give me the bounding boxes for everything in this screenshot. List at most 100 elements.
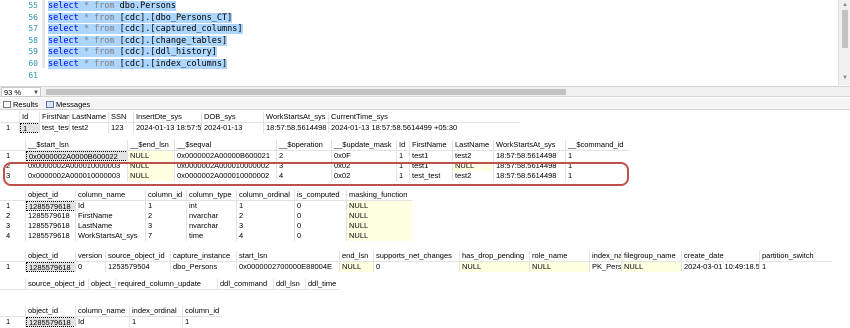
grid-cell[interactable]: 18:57:58.5614498 — [494, 151, 566, 161]
grid-cell[interactable]: 1 — [183, 317, 222, 327]
column-header[interactable]: __$end_lsn — [128, 140, 175, 150]
column-header[interactable]: version — [76, 251, 106, 261]
grid-cell[interactable]: test2 — [453, 151, 494, 161]
code-line[interactable]: select * from [cdc].[dbo_Persons_CT] — [48, 12, 233, 24]
scroll-up-icon[interactable]: ▲ — [842, 2, 848, 8]
column-header[interactable]: is_computed — [295, 190, 347, 200]
grid-cell[interactable]: LastName — [76, 221, 146, 231]
column-header[interactable]: create_date — [682, 251, 760, 261]
table-row[interactable]: 2 1285579618 FirstName 2 nvarchar 2 0 NULL — [0, 211, 412, 221]
column-header[interactable]: LastName — [453, 140, 494, 150]
zoom-dropdown[interactable]: 93 % ▼ — [1, 87, 41, 97]
column-header[interactable]: Id — [20, 112, 40, 122]
row-number[interactable]: 1 — [0, 262, 20, 272]
column-header[interactable]: has_drop_pending — [460, 251, 530, 261]
grid-cell[interactable]: 0x0000002A0000B600022 — [26, 151, 128, 161]
grid-cell[interactable]: 1 — [566, 151, 630, 161]
column-header[interactable]: column_ordinal — [237, 190, 295, 200]
grid-cell[interactable]: Id — [76, 201, 146, 211]
grid-cell[interactable]: nvarchar — [187, 211, 237, 221]
column-header[interactable]: index_ordinal — [130, 306, 183, 316]
column-header[interactable]: __$start_lsn — [26, 140, 128, 150]
table-row[interactable]: 11test_testtest21232024-01-13 18:57:58.5… — [0, 123, 520, 133]
column-header[interactable]: __$update_mask — [332, 140, 397, 150]
grid-cell[interactable]: NULL — [460, 262, 530, 272]
grid-cell[interactable]: 1285579618 — [26, 211, 76, 221]
table-row[interactable]: 1 1285579618 Id 1 1 — [0, 317, 222, 327]
grid-cell[interactable]: 0 — [374, 262, 460, 272]
code-line[interactable]: select * from [cdc].[ddl_history] — [48, 47, 217, 58]
grid-cell[interactable]: 1285579618 — [26, 231, 76, 241]
column-header[interactable]: FirstName — [40, 112, 70, 122]
column-header[interactable]: WorkStartsAt_sys — [264, 112, 329, 122]
grid-cell[interactable]: 1 — [237, 201, 295, 211]
column-header[interactable]: filegroup_name — [622, 251, 682, 261]
grid-cell[interactable]: int — [187, 201, 237, 211]
grid-cell[interactable]: 1285579618 — [26, 221, 76, 231]
grid-cell[interactable]: 0x0000002A00000B600021 — [175, 151, 277, 161]
grid-cell[interactable]: 1285579618 — [26, 262, 76, 272]
editor-vertical-scrollbar[interactable]: ▲ ▼ — [838, 0, 850, 85]
column-header[interactable]: ddl_lsn — [274, 279, 306, 289]
code-line[interactable]: select * from [cdc].[captured_columns] — [48, 24, 243, 35]
column-header[interactable]: required_column_update — [116, 279, 218, 289]
column-header[interactable]: end_lsn — [340, 251, 374, 261]
grid-cell[interactable]: 4 — [237, 231, 295, 241]
grid-cell[interactable]: NULL — [347, 201, 412, 211]
grid-cell[interactable]: 1285579618 — [26, 201, 76, 211]
grid-cell[interactable]: test_test — [40, 123, 70, 133]
code-line[interactable]: select * from [cdc].[index_columns] — [48, 59, 228, 70]
grid-cell[interactable]: time — [187, 231, 237, 241]
grid-cell[interactable]: 2 — [237, 211, 295, 221]
row-number[interactable]: 4 — [0, 231, 20, 241]
column-header[interactable]: column_type — [187, 190, 237, 200]
table-row[interactable]: 4 1285579618 WorkStartsAt_sys 7 time 4 0 NULL — [0, 231, 412, 241]
column-header[interactable]: column_name — [76, 190, 146, 200]
scroll-down-icon[interactable]: ▼ — [842, 75, 848, 81]
row-number[interactable]: 1 — [0, 123, 20, 133]
grid-cell[interactable]: PK_Persons — [590, 262, 622, 272]
grid-cell[interactable]: 7 — [146, 231, 187, 241]
table-row[interactable]: 1 1285579618 Id 1 int 1 0 NULL — [0, 201, 412, 211]
column-header[interactable]: WorkStartsAt_sys — [494, 140, 566, 150]
grid-cell[interactable]: test1 — [410, 151, 453, 161]
grid-cell[interactable]: dbo_Persons — [171, 262, 237, 272]
row-number[interactable]: 2 — [0, 211, 20, 221]
grid-cell[interactable]: 2024-01-13 — [202, 123, 264, 133]
grid-cell[interactable]: FirstName — [76, 211, 146, 221]
column-header[interactable]: role_name — [530, 251, 590, 261]
column-header[interactable]: source_object_id — [106, 251, 171, 261]
column-header[interactable]: __$seqval — [175, 140, 277, 150]
column-header[interactable]: column_name — [76, 306, 130, 316]
grid-cell[interactable]: 1 — [146, 201, 187, 211]
grid-cell[interactable]: nvarchar — [187, 221, 237, 231]
horizontal-scrollbar-thumb[interactable] — [46, 89, 566, 95]
grid-cell[interactable]: 123 — [109, 123, 134, 133]
grid-cell[interactable]: 1285579618 — [26, 317, 76, 327]
grid-cell[interactable]: 2 — [277, 151, 332, 161]
grid-cell[interactable]: NULL — [530, 262, 590, 272]
grid-cell[interactable]: 0 — [295, 221, 347, 231]
sql-editor[interactable]: 55 56 57 58 59 60 61 select * from dbo.Persons… — [0, 0, 850, 85]
grid-cell[interactable]: 0x0F — [332, 151, 397, 161]
column-header[interactable]: InsertDte_sys — [134, 112, 202, 122]
column-header[interactable]: partition_switch — [760, 251, 832, 261]
grid-cell[interactable]: 1253579504 — [106, 262, 171, 272]
column-header[interactable]: object_id — [26, 306, 76, 316]
column-header[interactable]: __$operation — [277, 140, 332, 150]
table-row[interactable]: 1 1285579618 0 1253579504 dbo_Persons 0x00000… — [0, 262, 832, 272]
grid-cell[interactable]: NULL — [622, 262, 682, 272]
column-header[interactable]: __$command_id — [566, 140, 630, 150]
column-header[interactable]: column_id — [183, 306, 222, 316]
grid-cell[interactable]: WorkStartsAt_sys — [76, 231, 146, 241]
column-header[interactable]: capture_instance — [171, 251, 237, 261]
row-number[interactable]: 3 — [0, 221, 20, 231]
grid-cell[interactable]: 18:57:58.5614498 — [264, 123, 329, 133]
grid-cell[interactable]: 3 — [146, 221, 187, 231]
grid-cell[interactable]: 2 — [146, 211, 187, 221]
grid-cell[interactable]: 1 — [760, 262, 832, 272]
grid-cell[interactable]: 3 — [237, 221, 295, 231]
grid-cell[interactable]: 0 — [295, 201, 347, 211]
code-line[interactable]: select * from [cdc].[change_tables] — [48, 35, 228, 47]
row-number[interactable]: 1 — [0, 151, 20, 161]
